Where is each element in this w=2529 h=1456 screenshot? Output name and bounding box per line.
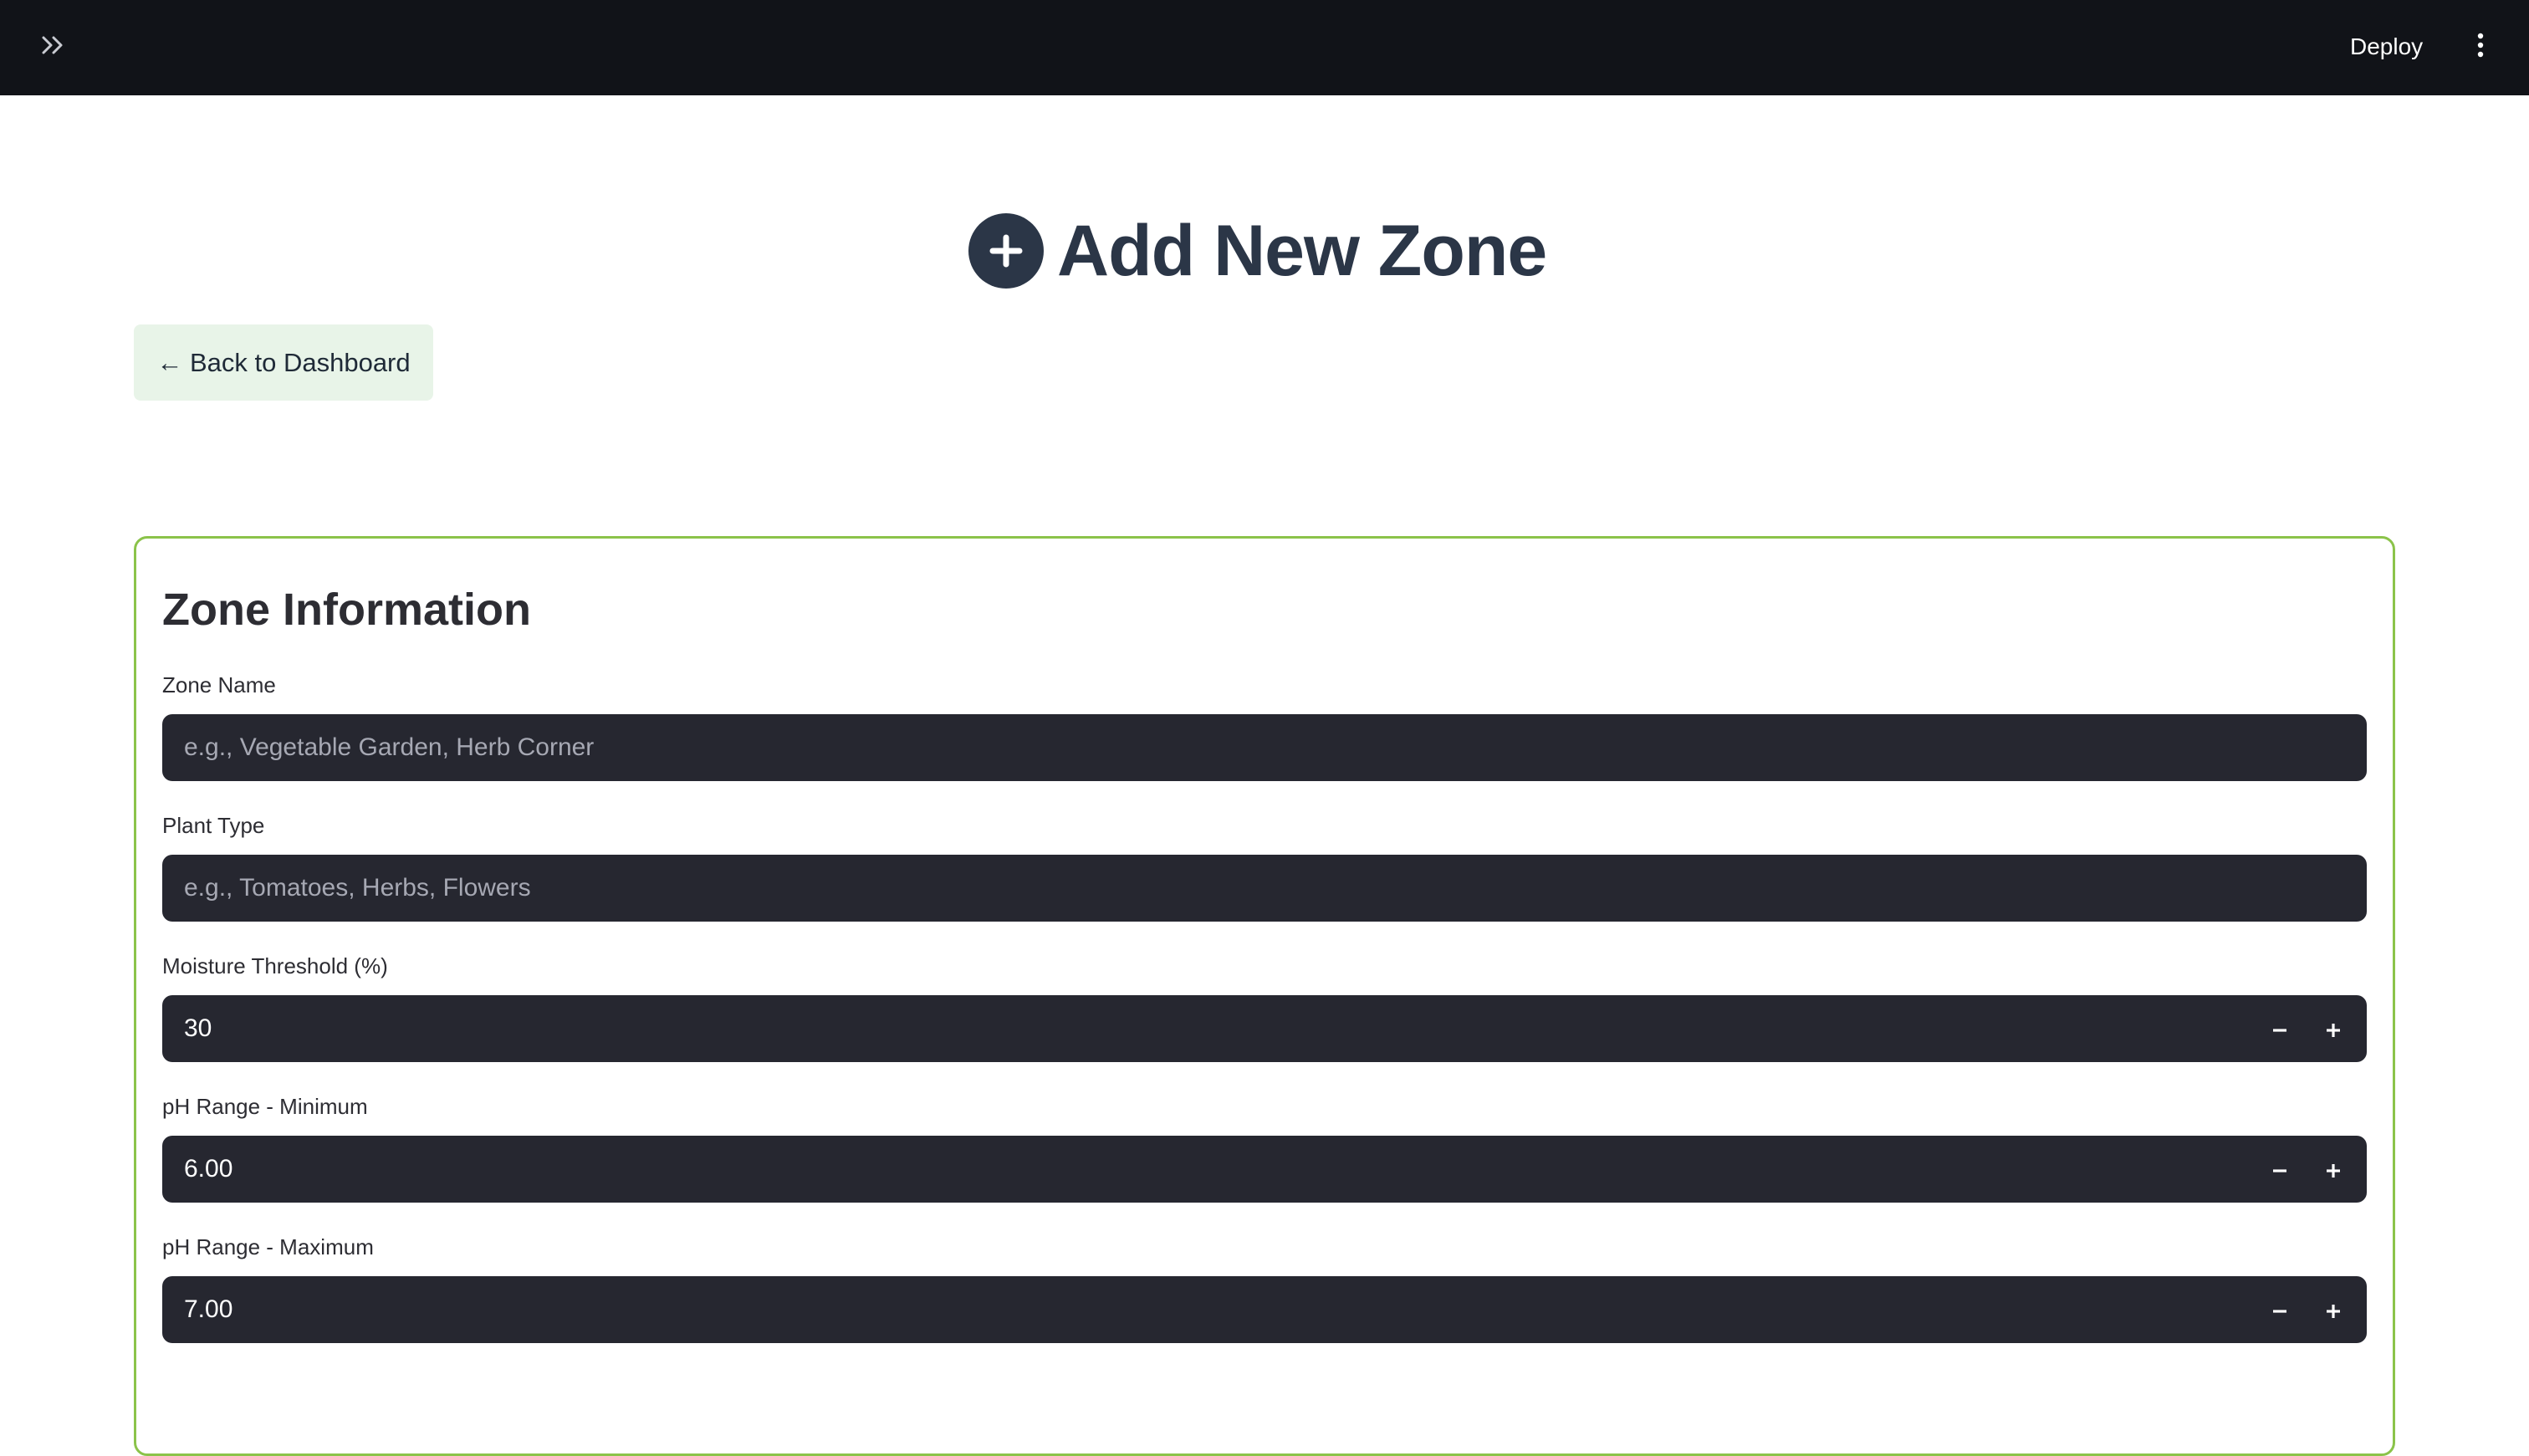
ph-max-input[interactable] [162,1276,2253,1343]
main-menu-button[interactable] [2464,27,2497,67]
ph-min-decrement-button[interactable] [2253,1136,2307,1203]
plus-icon [2325,1011,2342,1046]
zone-name-label: Zone Name [162,672,276,697]
vertical-dots-icon [2476,33,2485,62]
moisture-threshold-label: Moisture Threshold (%) [162,953,388,978]
double-chevron-right-icon [41,35,66,59]
back-to-dashboard-button[interactable]: ← Back to Dashboard [134,324,433,401]
moisture-increment-button[interactable] [2307,995,2360,1062]
minus-icon [2271,1292,2288,1327]
ph-min-input[interactable] [162,1136,2253,1203]
top-header-bar: Deploy [0,0,2529,95]
sidebar-toggle-button[interactable] [37,30,70,64]
plus-circle-icon [968,213,1044,289]
page-title: Add New Zone [968,209,1547,293]
page-title-text: Add New Zone [1057,210,1547,291]
moisture-threshold-field [162,995,2367,1062]
moisture-decrement-button[interactable] [2253,995,2307,1062]
ph-max-increment-button[interactable] [2307,1276,2360,1343]
zone-name-input[interactable] [162,714,2367,781]
ph-min-label: pH Range - Minimum [162,1094,368,1119]
minus-icon [2271,1011,2288,1046]
minus-icon [2271,1152,2288,1187]
deploy-button[interactable]: Deploy [2350,25,2423,69]
zone-name-field [162,714,2367,781]
ph-max-label: pH Range - Maximum [162,1234,374,1259]
plant-type-field [162,855,2367,922]
section-title: Zone Information [162,585,531,635]
ph-max-decrement-button[interactable] [2253,1276,2307,1343]
moisture-threshold-stepper [2253,995,2360,1062]
plus-icon [2325,1152,2342,1187]
ph-min-field [162,1136,2367,1203]
plus-icon [2325,1292,2342,1327]
plant-type-label: Plant Type [162,813,265,838]
plant-type-input[interactable] [162,855,2367,922]
ph-min-increment-button[interactable] [2307,1136,2360,1203]
ph-max-stepper [2253,1276,2360,1343]
ph-max-field [162,1276,2367,1343]
moisture-threshold-input[interactable] [162,995,2253,1062]
ph-min-stepper [2253,1136,2360,1203]
